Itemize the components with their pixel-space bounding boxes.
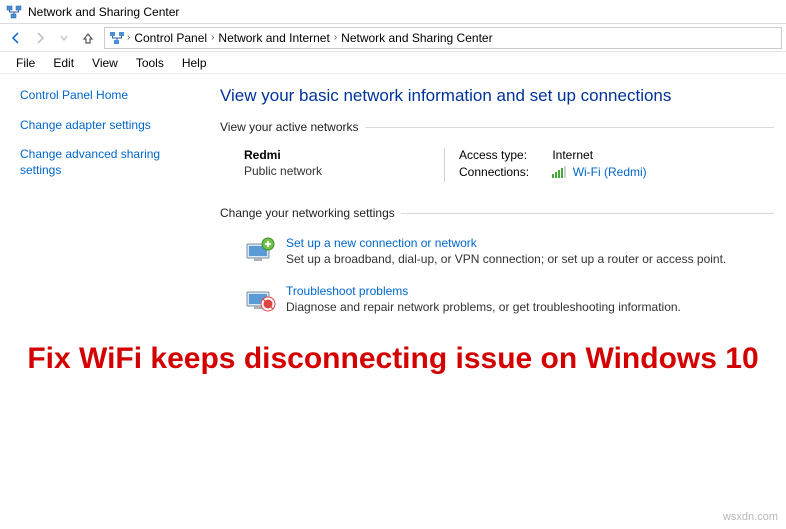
chevron-right-icon[interactable]: › [125, 32, 132, 43]
page-heading: View your basic network information and … [220, 86, 774, 106]
overlay-caption: Fix WiFi keeps disconnecting issue on Wi… [0, 324, 786, 402]
change-networking-label: Change your networking settings [220, 206, 395, 220]
setup-connection-desc: Set up a broadband, dial-up, or VPN conn… [286, 252, 726, 266]
titlebar: Network and Sharing Center [0, 0, 786, 24]
forward-button[interactable] [28, 26, 52, 50]
troubleshoot-icon [244, 284, 276, 316]
active-networks-group: View your active networks [220, 120, 774, 134]
back-button[interactable] [4, 26, 28, 50]
recent-dropdown[interactable] [52, 26, 76, 50]
content-body: Control Panel Home Change adapter settin… [0, 74, 786, 324]
main-panel: View your basic network information and … [210, 74, 786, 324]
address-bar: › Control Panel › Network and Internet ›… [0, 24, 786, 52]
sidebar: Control Panel Home Change adapter settin… [0, 74, 210, 324]
window-title: Network and Sharing Center [28, 5, 179, 19]
up-button[interactable] [78, 28, 98, 48]
network-entry: Redmi Public network Access type: Intern… [220, 142, 774, 196]
network-name: Redmi [244, 148, 444, 162]
chevron-right-icon[interactable]: › [332, 32, 339, 43]
option-setup-connection: Set up a new connection or network Set u… [220, 228, 774, 276]
sidebar-home[interactable]: Control Panel Home [20, 88, 200, 104]
wifi-signal-icon [552, 166, 566, 178]
menu-edit[interactable]: Edit [45, 54, 82, 72]
menu-bar: File Edit View Tools Help [0, 52, 786, 74]
network-center-icon [6, 4, 22, 20]
connection-link[interactable]: Wi-Fi (Redmi) [573, 165, 647, 179]
change-networking-section: Change your networking settings Set up a… [220, 206, 774, 324]
network-identity: Redmi Public network [244, 148, 444, 182]
setup-connection-icon [244, 236, 276, 268]
menu-help[interactable]: Help [174, 54, 215, 72]
troubleshoot-desc: Diagnose and repair network problems, or… [286, 300, 681, 314]
watermark: wsxdn.com [723, 511, 778, 523]
breadcrumb-control-panel[interactable]: Control Panel [132, 31, 209, 45]
divider [365, 127, 774, 128]
access-type-label: Access type: [459, 148, 549, 162]
network-details: Access type: Internet Connections: [444, 148, 770, 182]
breadcrumb-network-internet[interactable]: Network and Internet [216, 31, 331, 45]
sidebar-advanced[interactable]: Change advanced sharing settings [20, 147, 200, 178]
access-type-value: Internet [552, 148, 593, 162]
chevron-right-icon[interactable]: › [209, 32, 216, 43]
network-type: Public network [244, 164, 444, 178]
option-troubleshoot: Troubleshoot problems Diagnose and repai… [220, 276, 774, 324]
menu-view[interactable]: View [84, 54, 126, 72]
connections-label: Connections: [459, 165, 549, 179]
menu-file[interactable]: File [8, 54, 43, 72]
divider [401, 213, 774, 214]
breadcrumb[interactable]: › Control Panel › Network and Internet ›… [104, 27, 782, 49]
breadcrumb-network-sharing-center[interactable]: Network and Sharing Center [339, 31, 494, 45]
breadcrumb-root-icon [109, 30, 125, 46]
sidebar-adapter[interactable]: Change adapter settings [20, 118, 200, 134]
troubleshoot-link[interactable]: Troubleshoot problems [286, 284, 681, 298]
active-networks-label: View your active networks [220, 120, 359, 134]
setup-connection-link[interactable]: Set up a new connection or network [286, 236, 726, 250]
menu-tools[interactable]: Tools [128, 54, 172, 72]
